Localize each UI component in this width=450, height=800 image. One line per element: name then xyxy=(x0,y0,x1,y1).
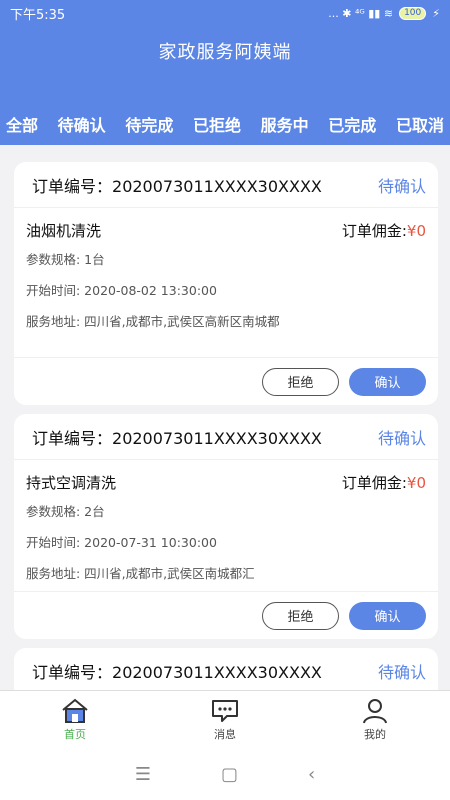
tab-rejected[interactable]: 已拒绝 xyxy=(193,112,241,136)
fee-label: 订单佣金: xyxy=(341,473,407,492)
tab-completed[interactable]: 已完成 xyxy=(328,112,376,136)
fee-value: ¥0 xyxy=(406,473,426,492)
menu-icon[interactable]: ☰ xyxy=(135,764,151,785)
app-header: 下午5:35 ... ✱ ⁴ᴳ ▮▮ ≋ 100 ⚡ 家政服务阿姨端 全部 待确… xyxy=(0,0,450,145)
home-icon xyxy=(62,698,88,723)
status-tabs: 全部 待确认 待完成 已拒绝 服务中 已完成 已取消 xyxy=(0,110,450,138)
order-start-time: 开始时间: 2020-08-02 13:30:00 xyxy=(26,283,217,298)
service-name: 持式空调清洗 xyxy=(26,473,117,492)
order-number-label: 订单编号： xyxy=(32,663,113,682)
order-card-body: 油烟机清洗 订单佣金:¥0 参数规格: 1台 开始时间: 2020-08-02 … xyxy=(14,208,438,337)
order-address: 服务地址: 四川省,成都市,武侯区南城都汇 xyxy=(26,566,255,581)
nav-profile-label: 我的 xyxy=(364,727,386,741)
confirm-button[interactable]: 确认 xyxy=(349,601,426,630)
home-square-icon[interactable]: ▢ xyxy=(221,764,238,785)
tab-pending-complete[interactable]: 待完成 xyxy=(125,112,173,136)
battery-icon: 100 xyxy=(399,6,427,20)
status-bar: 下午5:35 ... ✱ ⁴ᴳ ▮▮ ≋ 100 ⚡ xyxy=(0,0,450,26)
user-icon xyxy=(363,698,387,723)
system-nav-bar: ☰ ▢ ‹ xyxy=(0,748,450,800)
order-number: 订单编号：2020073011XXXX30XXXX xyxy=(32,425,322,449)
order-card-header: 订单编号：2020073011XXXX30XXXX 待确认 xyxy=(14,414,438,460)
status-time: 下午5:35 xyxy=(10,7,66,23)
order-card-header: 订单编号：2020073011XXXX30XXXX 待确认 xyxy=(14,648,438,694)
order-actions: 拒绝 确认 xyxy=(14,591,438,639)
fee-label: 订单佣金: xyxy=(341,221,407,240)
order-status: 待确认 xyxy=(377,428,426,448)
order-actions: 拒绝 确认 xyxy=(14,357,438,405)
nav-messages[interactable]: 消息 xyxy=(185,698,265,742)
order-number-value: 2020073011XXXX30XXXX xyxy=(112,663,322,682)
reject-button[interactable]: 拒绝 xyxy=(262,601,339,630)
order-spec: 参数规格: 2台 xyxy=(26,504,105,519)
order-card[interactable]: 订单编号：2020073011XXXX30XXXX 待确认 持式空调清洗 订单佣… xyxy=(14,414,438,639)
order-number-value: 2020073011XXXX30XXXX xyxy=(112,176,322,196)
order-spec: 参数规格: 1台 xyxy=(26,252,105,267)
nav-home-label: 首页 xyxy=(64,727,86,741)
confirm-button[interactable]: 确认 xyxy=(349,367,426,396)
order-status: 待确认 xyxy=(377,663,426,682)
order-fee: 订单佣金:¥0 xyxy=(342,220,426,241)
nav-messages-label: 消息 xyxy=(214,727,236,741)
order-fee: 订单佣金:¥0 xyxy=(342,472,426,493)
tab-all[interactable]: 全部 xyxy=(6,112,38,136)
order-address: 服务地址: 四川省,成都市,武侯区高新区南城都 xyxy=(26,314,280,329)
reject-button[interactable]: 拒绝 xyxy=(262,367,339,396)
order-status: 待确认 xyxy=(377,176,426,196)
back-icon[interactable]: ‹ xyxy=(308,764,315,785)
status-icons: ... ✱ ⁴ᴳ ▮▮ ≋ 100 ⚡ xyxy=(328,6,440,20)
order-card-header: 订单编号：2020073011XXXX30XXXX 待确认 xyxy=(14,162,438,208)
nav-profile[interactable]: 我的 xyxy=(335,698,415,742)
service-name: 油烟机清洗 xyxy=(26,221,102,240)
order-number: 订单编号：2020073011XXXX30XXXX xyxy=(32,173,322,197)
bottom-nav: 首页 消息 我的 xyxy=(0,690,450,748)
order-start-time: 开始时间: 2020-07-31 10:30:00 xyxy=(26,535,217,550)
order-number-label: 订单编号： xyxy=(32,176,113,196)
nav-home[interactable]: 首页 xyxy=(35,698,115,742)
tab-in-service[interactable]: 服务中 xyxy=(261,112,309,136)
message-icon xyxy=(212,699,238,722)
page-title: 家政服务阿姨端 xyxy=(158,42,292,63)
order-card-body: 持式空调清洗 订单佣金:¥0 参数规格: 2台 开始时间: 2020-07-31… xyxy=(14,460,438,589)
tab-pending-confirm[interactable]: 待确认 xyxy=(58,112,106,136)
order-card[interactable]: 订单编号：2020073011XXXX30XXXX 待确认 油烟机清洗 订单佣金… xyxy=(14,162,438,405)
charging-icon: ⚡ xyxy=(432,6,440,20)
order-number: 订单编号：2020073011XXXX30XXXX xyxy=(32,659,322,683)
order-number-value: 2020073011XXXX30XXXX xyxy=(112,428,322,448)
tab-cancelled[interactable]: 已取消 xyxy=(396,112,444,136)
signal-wifi-icon: ... ✱ ⁴ᴳ ▮▮ ≋ xyxy=(328,6,394,20)
fee-value: ¥0 xyxy=(406,221,426,240)
order-number-label: 订单编号： xyxy=(32,428,113,448)
